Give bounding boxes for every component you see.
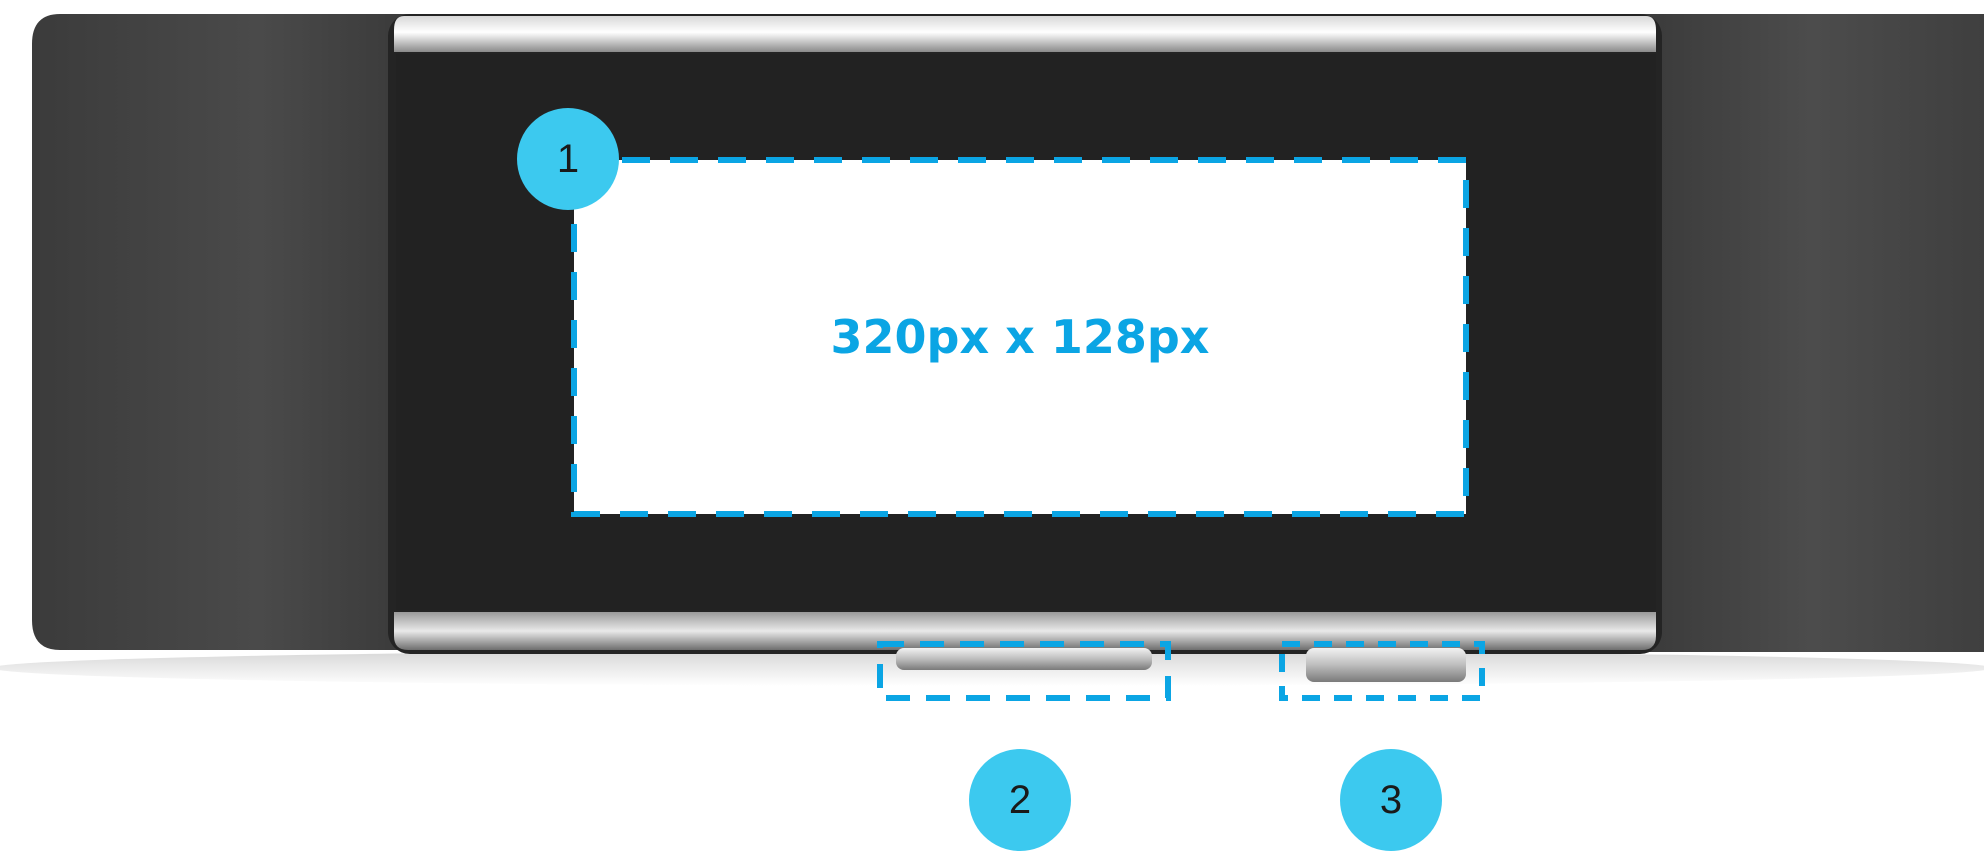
callout-1-badge: 1 <box>517 108 619 210</box>
band-left <box>32 14 410 650</box>
band-right <box>1640 14 1984 652</box>
chrome-trim-bottom <box>394 612 1656 650</box>
device-diagram: 320px x 128px 1 2 3 <box>0 0 1984 851</box>
power-button[interactable] <box>1306 648 1466 682</box>
screen-area <box>574 160 1466 514</box>
callout-3-badge: 3 <box>1340 749 1442 851</box>
chrome-trim-top <box>394 16 1656 52</box>
action-button[interactable] <box>896 648 1152 670</box>
callout-2-badge: 2 <box>969 749 1071 851</box>
device-illustration <box>0 14 1984 701</box>
